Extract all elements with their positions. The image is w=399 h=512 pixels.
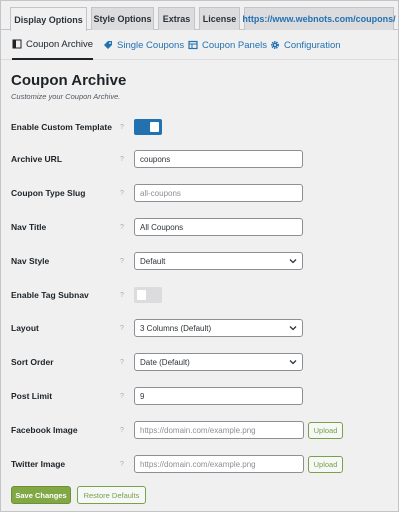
subtab-single-coupons[interactable]: Single Coupons [103,30,184,60]
help-icon[interactable]: ? [120,115,124,139]
row-nav-style: Nav Style ? Default [1,249,398,273]
custom-template-toggle[interactable] [134,119,162,135]
help-icon[interactable]: ? [120,215,124,239]
field-label: Nav Style [11,256,50,266]
facebook-image-input[interactable]: https://domain.com/example.png [134,421,304,439]
select-value: 3 Columns (Default) [140,323,212,333]
help-icon[interactable]: ? [120,418,124,442]
twitter-upload-button[interactable]: Upload [308,456,343,473]
chevron-down-icon [289,326,297,331]
page-subtitle: Customize your Coupon Archive. [11,92,121,101]
subtab-label: Single Coupons [117,39,185,51]
nav-style-select[interactable]: Default [134,252,303,270]
row-twitter-image: Twitter Image ? https://domain.com/examp… [1,452,398,476]
restore-defaults-button[interactable]: Restore Defaults [77,486,146,504]
top-tab-bar: Display Options Style Options Extras Lic… [1,1,398,31]
gear-icon [270,40,280,50]
page-title: Coupon Archive [11,72,127,89]
help-icon[interactable]: ? [120,350,124,374]
tab-site-link[interactable]: https://www.webnots.com/coupons/ [242,7,396,30]
row-tag-subnav: Enable Tag Subnav ? [1,283,398,307]
tab-extras[interactable]: Extras [158,7,195,30]
post-limit-input[interactable]: 9 [134,387,303,405]
select-value: Default [140,256,166,266]
row-sort-order: Sort Order ? Date (Default) [1,350,398,374]
row-archive-url: Archive URL ? coupons [1,147,398,171]
toggle-knob [150,122,159,132]
sort-order-select[interactable]: Date (Default) [134,353,303,371]
tab-license[interactable]: License [199,7,240,30]
help-icon[interactable]: ? [120,384,124,408]
field-label: Twitter Image [11,459,66,469]
toggle-knob [137,290,146,300]
layout-select[interactable]: 3 Columns (Default) [134,319,303,337]
twitter-image-input[interactable]: https://domain.com/example.png [134,455,304,473]
subtab-configuration[interactable]: Configuration [270,30,341,60]
tab-display-options[interactable]: Display Options [10,7,87,31]
row-post-limit: Post Limit ? 9 [1,384,398,408]
archive-url-input[interactable]: coupons [134,150,303,168]
help-icon[interactable]: ? [120,147,124,171]
tag-subnav-toggle[interactable] [134,287,162,303]
coupon-archive-icon [12,39,22,49]
subtab-label: Coupon Archive [26,38,94,50]
field-label: Enable Tag Subnav [11,290,89,300]
subtab-label: Coupon Panels [202,39,267,51]
help-icon[interactable]: ? [120,181,124,205]
facebook-upload-button[interactable]: Upload [308,422,343,439]
save-changes-button[interactable]: Save Changes [11,486,71,504]
field-label: Post Limit [11,391,53,401]
sub-tab-bar: Coupon Archive Single Coupons Coupon Pan… [1,30,398,60]
help-icon[interactable]: ? [120,452,124,476]
select-value: Date (Default) [140,357,190,367]
row-nav-title: Nav Title ? All Coupons [1,215,398,239]
tag-icon [104,41,112,49]
subtab-coupon-archive[interactable]: Coupon Archive [12,30,94,60]
subtab-coupon-panels[interactable]: Coupon Panels [188,30,267,60]
help-icon[interactable]: ? [120,316,124,340]
field-label: Sort Order [11,357,54,367]
field-label: Layout [11,323,39,333]
field-label: Nav Title [11,222,47,232]
row-custom-template: Enable Custom Template ? [1,115,398,139]
help-icon[interactable]: ? [120,283,124,307]
help-icon[interactable]: ? [120,249,124,273]
field-label: Archive URL [11,154,63,164]
row-facebook-image: Facebook Image ? https://domain.com/exam… [1,418,398,442]
type-slug-input[interactable]: all-coupons [134,184,303,202]
field-label: Enable Custom Template [11,122,112,132]
tab-style-options[interactable]: Style Options [91,7,154,30]
row-type-slug: Coupon Type Slug ? all-coupons [1,181,398,205]
nav-title-input[interactable]: All Coupons [134,218,303,236]
panels-icon [188,40,198,50]
field-label: Coupon Type Slug [11,188,86,198]
chevron-down-icon [289,360,297,365]
field-label: Facebook Image [11,425,78,435]
subtab-label: Configuration [284,39,341,51]
row-layout: Layout ? 3 Columns (Default) [1,316,398,340]
chevron-down-icon [289,259,297,264]
